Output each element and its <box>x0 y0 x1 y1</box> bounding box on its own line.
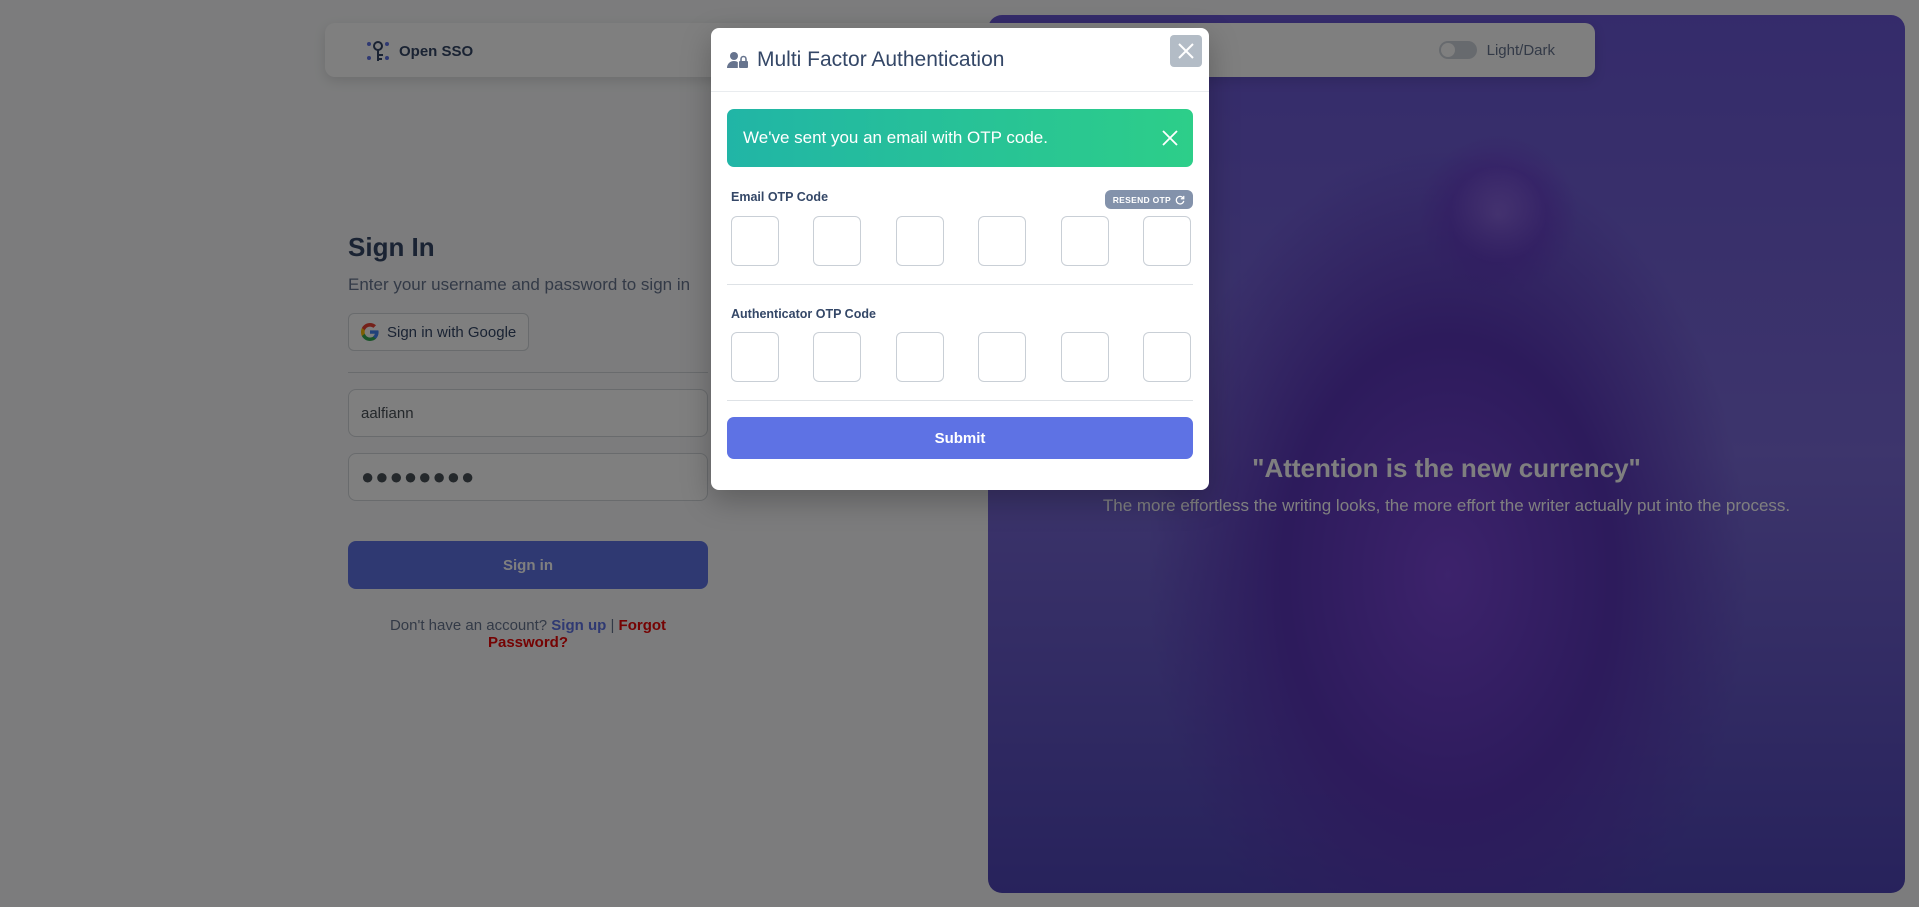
email-otp-digit-4[interactable] <box>978 216 1027 266</box>
modal-title: Multi Factor Authentication <box>757 47 1005 71</box>
submit-button[interactable]: Submit <box>727 417 1193 459</box>
otp-sent-alert: We've sent you an email with OTP code. <box>727 109 1193 167</box>
auth-otp-digit-5[interactable] <box>1060 332 1109 382</box>
email-otp-digit-5[interactable] <box>1060 216 1109 266</box>
email-otp-inputs <box>731 216 1191 266</box>
alert-close-icon[interactable] <box>1161 129 1179 147</box>
refresh-icon <box>1175 195 1185 205</box>
resend-otp-button[interactable]: RESEND OTP <box>1104 190 1193 209</box>
email-otp-digit-1[interactable] <box>731 216 779 266</box>
user-lock-icon <box>727 51 748 68</box>
modal-header: Multi Factor Authentication <box>711 28 1209 92</box>
mfa-modal: Multi Factor Authentication We've sent y… <box>711 28 1209 490</box>
auth-otp-digit-3[interactable] <box>895 332 944 382</box>
auth-otp-inputs <box>731 332 1191 382</box>
auth-otp-digit-2[interactable] <box>813 332 862 382</box>
close-icon <box>1178 43 1194 59</box>
section-divider <box>727 284 1193 285</box>
auth-otp-digit-6[interactable] <box>1142 332 1191 382</box>
email-otp-digit-2[interactable] <box>813 216 862 266</box>
auth-otp-label: Authenticator OTP Code <box>731 307 876 321</box>
email-otp-digit-6[interactable] <box>1142 216 1191 266</box>
auth-otp-digit-1[interactable] <box>731 332 779 382</box>
modal-close-button[interactable] <box>1170 35 1202 67</box>
email-otp-label: Email OTP Code <box>731 190 829 204</box>
resend-otp-label: RESEND OTP <box>1112 194 1171 205</box>
alert-text: We've sent you an email with OTP code. <box>743 128 1048 147</box>
email-otp-digit-3[interactable] <box>895 216 944 266</box>
section-divider <box>727 400 1193 401</box>
auth-otp-digit-4[interactable] <box>978 332 1027 382</box>
